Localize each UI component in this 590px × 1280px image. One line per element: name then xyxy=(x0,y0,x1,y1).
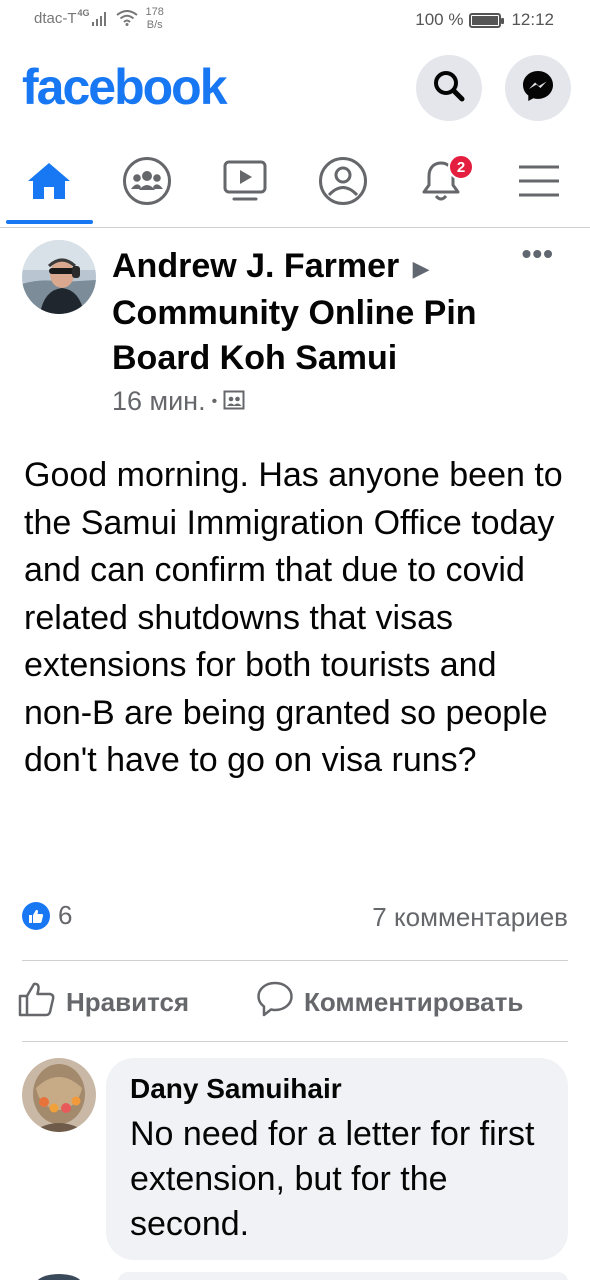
profile-icon xyxy=(318,156,368,211)
group-name[interactable]: Community Online Pin Board Koh Samui xyxy=(112,294,477,377)
status-bar: dtac-T 4G 178 B/s 100 % 12:12 xyxy=(0,0,590,44)
meta-separator: • xyxy=(211,392,218,410)
comment-label: Комментировать xyxy=(304,987,524,1017)
groups-icon xyxy=(122,156,172,211)
post-meta: 16 мин. • xyxy=(112,386,245,417)
search-button[interactable] xyxy=(416,55,482,121)
battery-fill xyxy=(472,15,499,25)
comment-bubble[interactable]: Dany Samuihair No need for a letter for … xyxy=(106,1058,568,1260)
like-reaction-icon xyxy=(22,901,50,930)
network-label: 4G xyxy=(77,8,90,18)
home-icon xyxy=(26,161,72,206)
post-text: Good morning. Has anyone been to the Sam… xyxy=(24,456,563,779)
divider xyxy=(22,1041,568,1042)
active-tab-indicator xyxy=(6,220,93,224)
post-options-icon[interactable]: ••• xyxy=(522,238,554,270)
post-header-title: Andrew J. Farmer ▶ Community Online Pin … xyxy=(112,244,542,381)
group-privacy-icon xyxy=(223,386,245,417)
next-commenter-avatar[interactable] xyxy=(36,1274,82,1280)
tab-profile[interactable] xyxy=(294,142,392,224)
status-right: 100 % 12:12 xyxy=(415,10,554,30)
like-button[interactable]: Нравится xyxy=(18,980,189,1025)
net-speed-value: 178 xyxy=(145,6,164,18)
menu-icon xyxy=(518,163,560,204)
comment-text: No need for a letter for first extension… xyxy=(130,1115,535,1243)
tab-watch[interactable] xyxy=(196,142,294,224)
status-left: dtac-T 4G 178 B/s xyxy=(34,6,164,32)
shared-to-arrow-icon: ▶ xyxy=(412,255,430,281)
post-time[interactable]: 16 мин. xyxy=(112,386,206,417)
tab-notifications[interactable]: 2 xyxy=(392,142,490,224)
next-comment-bubble[interactable] xyxy=(118,1272,568,1280)
watch-icon xyxy=(222,159,268,208)
net-speed-unit: B/s xyxy=(146,19,163,31)
tab-home[interactable] xyxy=(0,142,98,224)
commenter-name[interactable]: Dany Samuihair xyxy=(130,1072,544,1106)
commenter-avatar[interactable] xyxy=(22,1058,96,1132)
reaction-summary[interactable]: 6 xyxy=(22,900,72,931)
notification-badge: 2 xyxy=(448,154,474,180)
comments-count[interactable]: 7 комментариев xyxy=(372,902,568,933)
facebook-logo[interactable]: facebook xyxy=(22,58,228,116)
reaction-count: 6 xyxy=(58,900,73,930)
carrier-label: dtac-T xyxy=(34,10,77,27)
tab-menu[interactable] xyxy=(490,142,588,224)
main-nav: 2 xyxy=(0,142,590,228)
like-label: Нравится xyxy=(66,987,190,1017)
comment-button[interactable]: Комментировать xyxy=(256,980,523,1025)
signal-icon xyxy=(91,12,108,30)
search-icon xyxy=(432,69,466,108)
divider xyxy=(22,960,568,961)
battery-icon xyxy=(469,12,505,28)
tab-groups[interactable] xyxy=(98,142,196,224)
messenger-icon xyxy=(520,68,556,109)
net-speed: 178 B/s xyxy=(146,6,164,32)
author-name[interactable]: Andrew J. Farmer xyxy=(112,247,399,285)
messenger-button[interactable] xyxy=(505,55,571,121)
comment-icon xyxy=(256,980,304,1025)
battery-percent: 100 % xyxy=(415,10,464,29)
author-avatar[interactable] xyxy=(22,240,96,314)
clock: 12:12 xyxy=(511,10,554,29)
wifi-icon xyxy=(115,10,138,30)
like-icon xyxy=(18,980,66,1025)
